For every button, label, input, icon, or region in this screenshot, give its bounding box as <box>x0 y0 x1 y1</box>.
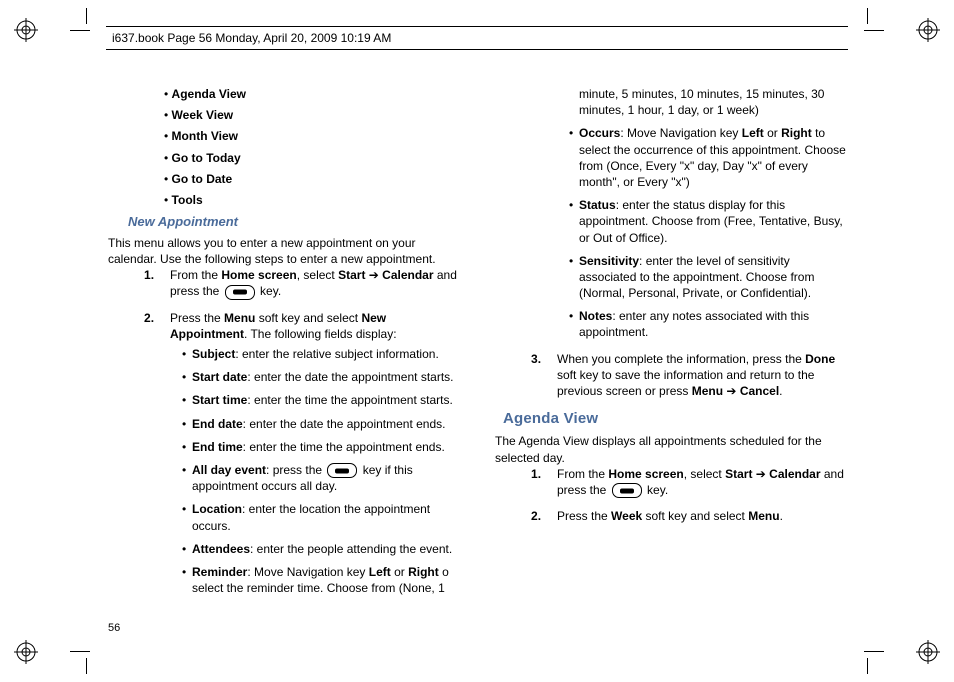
registration-mark-br <box>916 640 940 664</box>
step-3: When you complete the information, press… <box>531 351 848 400</box>
crop-tick <box>70 30 90 31</box>
menu-item: Go to Date <box>164 171 461 187</box>
running-header-bar: i637.book Page 56 Monday, April 20, 2009… <box>106 26 848 50</box>
registration-mark-bl <box>14 640 38 664</box>
agenda-step-1: From the Home screen, select Start ➔ Cal… <box>531 466 848 499</box>
field-attendees: Attendees: enter the people attending th… <box>182 541 461 557</box>
running-header-text: i637.book Page 56 Monday, April 20, 2009… <box>112 30 391 46</box>
center-key-icon <box>225 285 255 300</box>
field-end-time: End time: enter the time the appointment… <box>182 439 461 455</box>
page-number: 56 <box>108 621 120 636</box>
crop-tick <box>70 651 90 652</box>
field-subject: Subject: enter the relative subject info… <box>182 346 461 362</box>
field-start-date: Start date: enter the date the appointme… <box>182 369 461 385</box>
field-location: Location: enter the location the appoint… <box>182 501 461 533</box>
field-end-date: End date: enter the date the appointment… <box>182 416 461 432</box>
crop-tick <box>864 651 884 652</box>
registration-mark-tl <box>14 18 38 42</box>
step-1: From the Home screen, select Start ➔ Cal… <box>144 267 461 300</box>
field-sensitivity: Sensitivity: enter the level of sensitiv… <box>569 253 848 302</box>
crop-tick <box>867 658 868 674</box>
agenda-step-2: Press the Week soft key and select Menu. <box>531 508 848 524</box>
crop-tick <box>864 30 884 31</box>
menu-item: Month View <box>164 128 461 144</box>
new-appointment-intro: This menu allows you to enter a new appo… <box>108 235 461 267</box>
center-key-icon <box>612 483 642 498</box>
field-status: Status: enter the status display for thi… <box>569 197 848 246</box>
menu-item: Go to Today <box>164 150 461 166</box>
field-start-time: Start time: enter the time the appointme… <box>182 392 461 408</box>
crop-tick <box>86 658 87 674</box>
center-key-icon <box>327 463 357 478</box>
menu-item: Tools <box>164 192 461 208</box>
crop-tick <box>86 8 87 24</box>
registration-mark-tr <box>916 18 940 42</box>
menu-item: Agenda View <box>164 86 461 102</box>
crop-tick <box>867 8 868 24</box>
field-notes: Notes: enter any notes associated with t… <box>569 308 848 340</box>
menu-item: Week View <box>164 107 461 123</box>
agenda-view-intro: The Agenda View displays all appointment… <box>495 433 848 465</box>
heading-new-appointment: New Appointment <box>128 213 461 231</box>
field-all-day: All day event: press the key if this app… <box>182 462 461 495</box>
menu-option-list: Agenda View Week View Month View Go to T… <box>108 86 461 208</box>
heading-agenda-view: Agenda View <box>503 409 848 429</box>
field-occurs: Occurs: Move Navigation key Left or Righ… <box>569 125 848 190</box>
page-body: Agenda View Week View Month View Go to T… <box>108 86 848 616</box>
